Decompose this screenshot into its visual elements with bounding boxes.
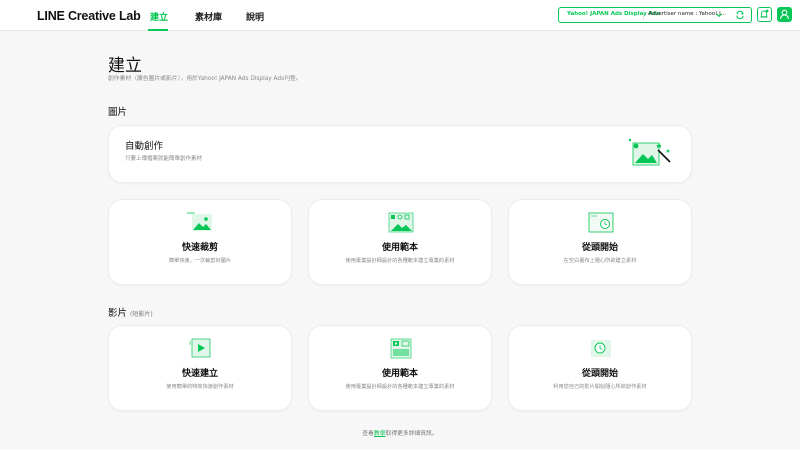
footer-suffix: 取得更多詳細資訊。 — [385, 431, 438, 437]
image-scratch-card[interactable]: 從頭開始 在空白畫布上隨心所欲建立素材 — [508, 199, 692, 285]
account-divider — [643, 10, 644, 20]
blank-canvas-icon — [588, 212, 614, 233]
video-template-card[interactable]: 使用範本 使用專業設計師設計的各種範本建立專業的素材 — [308, 325, 492, 411]
top-header: LINE Creative Lab 建立 素材庫 說明 Yahoo! JAPAN… — [0, 0, 800, 31]
chevron-down-icon[interactable] — [714, 10, 724, 20]
platform-label: Yahoo! JAPAN Ads Display Ads — [567, 11, 661, 17]
video-scratch-title: 從頭開始 — [581, 369, 618, 379]
image-template-card[interactable]: 使用範本 使用專業設計師設計的各種範本建立專業的素材 — [308, 199, 492, 285]
active-tab-indicator — [148, 29, 168, 31]
video-template-description: 使用專業設計師設計的各種範本建立專業的素材 — [345, 384, 455, 390]
tab-asset-library[interactable]: 素材庫 — [195, 10, 222, 23]
video-template-title: 使用範本 — [381, 369, 418, 379]
video-play-icon — [189, 338, 211, 358]
video-clock-icon — [591, 340, 611, 357]
images-section-title: 圖片 — [108, 107, 128, 118]
quick-video-description: 使用簡單的特效快速創作素材 — [166, 384, 234, 390]
video-scratch-description: 利用您自己的影片開始隨心所欲創作素材 — [553, 384, 647, 390]
videos-section-subtitle: (短影片) — [130, 311, 153, 318]
footer-note: 查看教學取得更多詳細資訊。 — [0, 428, 800, 437]
notification-button[interactable] — [757, 7, 772, 22]
image-scratch-title: 從頭開始 — [581, 243, 618, 253]
auto-create-card[interactable]: 自動創作 只要上傳檔案就能簡單創作素材 — [108, 125, 692, 183]
account-selector[interactable]: Yahoo! JAPAN Ads Display Ads Advertiser … — [558, 7, 752, 23]
switch-account-icon[interactable] — [734, 9, 746, 21]
tab-create[interactable]: 建立 — [150, 10, 168, 23]
magic-image-icon — [628, 138, 671, 166]
image-template-description: 使用專業設計師設計的各種範本建立專業的素材 — [345, 258, 455, 264]
user-menu-button[interactable] — [777, 7, 792, 22]
auto-create-description: 只要上傳檔案就能簡單創作素材 — [125, 156, 203, 162]
tutorial-link[interactable]: 教學 — [374, 431, 386, 437]
tab-help[interactable]: 說明 — [246, 10, 264, 23]
videos-section-title: 影片 (短影片) — [108, 305, 153, 319]
app-logo[interactable]: LINE Creative Lab — [37, 9, 141, 23]
bell-icon — [760, 9, 769, 18]
video-scratch-card[interactable]: 從頭開始 利用您自己的影片開始隨心所欲創作素材 — [508, 325, 692, 411]
user-icon — [779, 9, 790, 20]
quick-crop-card[interactable]: 快速裁剪 簡單快速，一次裁剪好圖片 — [108, 199, 292, 285]
auto-create-title: 自動創作 — [125, 141, 164, 152]
quick-crop-title: 快速裁剪 — [181, 243, 218, 253]
template-image-icon — [388, 212, 414, 233]
quick-crop-description: 簡單快速，一次裁剪好圖片 — [168, 258, 232, 264]
video-template-icon — [390, 338, 412, 359]
image-scratch-description: 在空白畫布上隨心所欲建立素材 — [563, 258, 637, 264]
page-description: 創作素材（廣告圖片或影片），用於Yahoo! JAPAN Ads Display… — [108, 76, 302, 82]
crop-image-icon — [187, 212, 212, 231]
quick-video-card[interactable]: 快速建立 使用簡單的特效快速創作素材 — [108, 325, 292, 411]
quick-video-title: 快速建立 — [181, 369, 218, 379]
image-template-title: 使用範本 — [381, 243, 418, 253]
footer-prefix: 查看 — [362, 431, 374, 437]
videos-section-label: 影片 — [108, 308, 128, 319]
